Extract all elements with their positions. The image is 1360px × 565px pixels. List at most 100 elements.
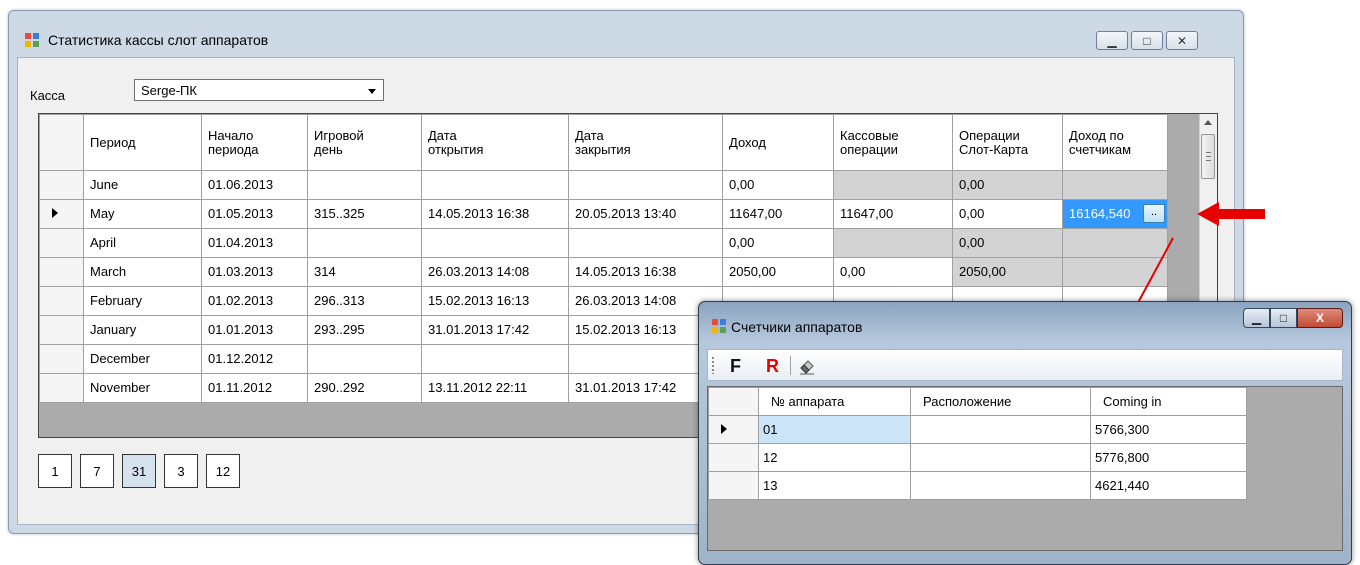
cell[interactable]: 13 xyxy=(758,471,911,500)
counters-grid[interactable]: № аппарата Расположение Coming in 01 5766,3… xyxy=(707,386,1343,551)
cell[interactable] xyxy=(1062,170,1168,200)
cell[interactable]: 0,00 xyxy=(833,257,953,287)
cell[interactable]: 0,00 xyxy=(952,228,1063,258)
cell[interactable] xyxy=(307,170,422,200)
cell[interactable] xyxy=(568,170,723,200)
row-header[interactable] xyxy=(708,415,759,444)
minimize-button[interactable]: ▁ xyxy=(1096,31,1128,50)
cell[interactable]: 11647,00 xyxy=(722,199,834,229)
cell[interactable] xyxy=(307,344,422,374)
cell[interactable]: 01.02.2013 xyxy=(201,286,308,316)
column-header-4[interactable]: Дата закрытия xyxy=(568,114,723,171)
row-header[interactable] xyxy=(708,443,759,472)
cell[interactable] xyxy=(1062,228,1168,258)
cell[interactable] xyxy=(910,471,1091,500)
row-header[interactable] xyxy=(39,344,84,374)
table-row[interactable]: 12 5776,800 xyxy=(708,443,1247,472)
row-header[interactable] xyxy=(39,228,84,258)
cell[interactable] xyxy=(568,228,723,258)
page-button-3[interactable]: 3 xyxy=(164,454,198,488)
column-header-6[interactable]: Кассовые операции xyxy=(833,114,953,171)
cell[interactable]: 14.05.2013 16:38 xyxy=(568,257,723,287)
cell[interactable]: 11647,00 xyxy=(833,199,953,229)
cell[interactable]: 01.05.2013 xyxy=(201,199,308,229)
table-row[interactable]: 13 4621,440 xyxy=(708,471,1247,500)
cell[interactable]: 2050,00 xyxy=(952,257,1063,287)
column-header-0[interactable]: Период xyxy=(83,114,202,171)
cell[interactable] xyxy=(307,228,422,258)
cell[interactable] xyxy=(1062,257,1168,287)
close-button[interactable]: X xyxy=(1297,308,1343,328)
column-header-1[interactable]: Начало периода xyxy=(201,114,308,171)
cell[interactable]: 290..292 xyxy=(307,373,422,403)
cell[interactable]: 01.03.2013 xyxy=(201,257,308,287)
cell[interactable]: 2050,00 xyxy=(722,257,834,287)
cell[interactable] xyxy=(421,170,569,200)
cell[interactable]: 16164,540.. xyxy=(1062,199,1168,229)
cell[interactable]: 01 xyxy=(758,415,911,444)
cell[interactable]: 26.03.2013 14:08 xyxy=(421,257,569,287)
cell[interactable] xyxy=(910,443,1091,472)
cell[interactable]: 01.01.2013 xyxy=(201,315,308,345)
page-button-1[interactable]: 1 xyxy=(38,454,72,488)
column-header-7[interactable]: Операции Слот-Карта xyxy=(952,114,1063,171)
row-header[interactable] xyxy=(39,257,84,287)
page-button-31[interactable]: 31 xyxy=(122,454,156,488)
cell[interactable] xyxy=(421,228,569,258)
column-header-8[interactable]: Доход по счетчикам xyxy=(1062,114,1168,171)
column-header-0[interactable]: № аппарата xyxy=(758,387,911,416)
cell[interactable]: 01.12.2012 xyxy=(201,344,308,374)
eraser-icon[interactable] xyxy=(798,357,816,375)
table-row[interactable]: May 01.05.2013 315..325 14.05.2013 16:38 20.… xyxy=(39,199,1168,229)
cell[interactable]: 01.06.2013 xyxy=(201,170,308,200)
row-header[interactable] xyxy=(39,170,84,200)
row-header[interactable] xyxy=(39,199,84,229)
cell[interactable]: 14.05.2013 16:38 xyxy=(421,199,569,229)
cell[interactable]: February xyxy=(83,286,202,316)
row-header[interactable] xyxy=(39,315,84,345)
cell[interactable]: 0,00 xyxy=(722,228,834,258)
table-row[interactable]: 01 5766,300 xyxy=(708,415,1247,444)
maximize-button[interactable]: □ xyxy=(1270,308,1297,328)
column-header-2[interactable]: Игровой день xyxy=(307,114,422,171)
cell[interactable]: 01.11.2012 xyxy=(201,373,308,403)
cell[interactable]: November xyxy=(83,373,202,403)
cell[interactable] xyxy=(833,170,953,200)
cell[interactable]: June xyxy=(83,170,202,200)
ellipsis-button[interactable]: .. xyxy=(1143,204,1165,223)
table-row[interactable]: April 01.04.2013 0,00 0,00 xyxy=(39,228,1168,258)
column-header-3[interactable]: Дата открытия xyxy=(421,114,569,171)
cell[interactable]: 0,00 xyxy=(952,170,1063,200)
row-header[interactable] xyxy=(39,286,84,316)
cell[interactable] xyxy=(910,415,1091,444)
cell[interactable]: 293..295 xyxy=(307,315,422,345)
column-header-5[interactable]: Доход xyxy=(722,114,834,171)
close-button[interactable]: ✕ xyxy=(1166,31,1198,50)
cell[interactable]: December xyxy=(83,344,202,374)
cell[interactable]: 4621,440 xyxy=(1090,471,1247,500)
table-row[interactable]: June 01.06.2013 0,00 0,00 xyxy=(39,170,1168,200)
kassa-select[interactable]: Serge-ПК xyxy=(134,79,384,101)
cell[interactable]: 314 xyxy=(307,257,422,287)
cell[interactable]: 0,00 xyxy=(722,170,834,200)
table-row[interactable]: March 01.03.2013 314 26.03.2013 14:08 14.05.… xyxy=(39,257,1168,287)
cell[interactable]: 5766,300 xyxy=(1090,415,1247,444)
cell[interactable]: 5776,800 xyxy=(1090,443,1247,472)
cell[interactable] xyxy=(421,344,569,374)
refresh-r-button[interactable]: R xyxy=(766,356,779,377)
scroll-up-icon[interactable] xyxy=(1204,120,1212,125)
cell[interactable]: 31.01.2013 17:42 xyxy=(421,315,569,345)
row-header[interactable] xyxy=(708,471,759,500)
cell[interactable]: 12 xyxy=(758,443,911,472)
row-header[interactable] xyxy=(39,373,84,403)
filter-f-button[interactable]: F xyxy=(730,356,741,377)
maximize-button[interactable]: □ xyxy=(1131,31,1163,50)
cell[interactable]: March xyxy=(83,257,202,287)
cell[interactable]: 315..325 xyxy=(307,199,422,229)
cell[interactable]: 13.11.2012 22:11 xyxy=(421,373,569,403)
column-header-2[interactable]: Coming in xyxy=(1090,387,1247,416)
cell[interactable]: April xyxy=(83,228,202,258)
cell[interactable] xyxy=(833,228,953,258)
scroll-thumb[interactable] xyxy=(1201,134,1215,179)
minimize-button[interactable]: ▁ xyxy=(1243,308,1270,328)
